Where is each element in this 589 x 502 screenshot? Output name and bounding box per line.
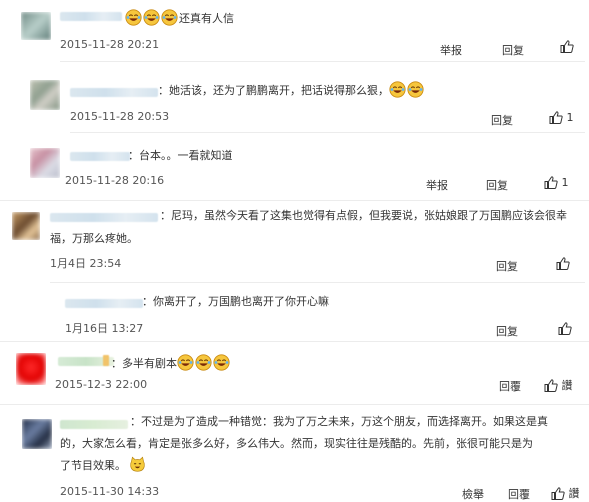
comment-6: ：多半有剧本 2015-12-3 22:00 回覆 讚 — [0, 341, 589, 405]
reply-button[interactable]: 回复 — [486, 177, 508, 193]
comment-text-line2: 福，万那么疼她。 — [50, 228, 138, 249]
emoji-icon — [407, 81, 424, 98]
like-label: 讚 — [568, 487, 580, 500]
comment-5: ：你离开了，万国鹏也离开了你开心嘛 1月16日 13:27 回复 — [0, 285, 589, 342]
thumbs-up-icon — [544, 379, 558, 392]
timestamp: 1月4日 23:54 — [50, 257, 122, 270]
timestamp: 2015-12-3 22:00 — [55, 378, 148, 391]
avatar[interactable] — [16, 353, 46, 385]
comment-text: ：尼玛，虽然今天看了这集也觉得有点假，但我要说，张姑娘跟了万国鹏应该会很幸 — [160, 205, 567, 226]
thumbs-up-icon — [551, 487, 565, 500]
comment-body: ：台本。。一看就知道 — [128, 149, 233, 162]
reply-button[interactable]: 回复 — [496, 323, 518, 339]
like-count: 1 — [561, 176, 569, 189]
thumbs-up-icon — [558, 322, 572, 335]
reply-button[interactable]: 回覆 — [499, 378, 521, 394]
emoji-icon — [143, 9, 160, 26]
badge — [103, 355, 109, 366]
timestamp: 2015-11-30 14:33 — [60, 485, 160, 498]
username[interactable] — [60, 420, 128, 429]
comment-body: ：多半有剧本 — [111, 357, 177, 370]
username[interactable] — [65, 299, 143, 308]
timestamp: 2015-11-28 20:53 — [70, 110, 170, 123]
avatar[interactable] — [30, 148, 60, 178]
emoji-icon — [213, 354, 230, 371]
comment-body: 了节目效果。 — [60, 459, 126, 472]
cat-emoji-icon — [129, 456, 146, 473]
comment-1: 还真有人信 2015-11-28 20:21 举报 回复 — [0, 0, 589, 62]
emoji-icon — [161, 9, 178, 26]
comment-text: ：她活该，还为了鹏鹏离开，把话说得那么狠， — [158, 80, 425, 101]
comment-text: ：多半有剧本 — [111, 353, 231, 374]
timestamp: 1月16日 13:27 — [65, 322, 144, 335]
avatar[interactable] — [30, 80, 60, 110]
comment-body: 还真有人信 — [179, 12, 234, 25]
username[interactable] — [60, 12, 122, 21]
timestamp: 2015-11-28 20:16 — [65, 174, 165, 187]
username[interactable] — [50, 213, 158, 222]
reply-button[interactable]: 回复 — [502, 42, 524, 58]
reply-button[interactable]: 回覆 — [508, 486, 530, 502]
report-button[interactable]: 举报 — [440, 42, 462, 58]
avatar[interactable] — [12, 212, 40, 240]
comment-body: ：不过是为了造成一种错觉：我为了万之未来，万这个朋友，而选择离开。如果这是真 — [130, 415, 548, 428]
like-button[interactable]: 1 — [544, 176, 569, 189]
comment-text: 还真有人信 — [125, 8, 234, 29]
emoji-icon — [125, 9, 142, 26]
thumbs-up-icon — [549, 111, 563, 124]
comment-text-line2: 的，大家怎么看，肯定是张多么好，多么伟大。然而，现实往往是残酷的。先前，张很可能… — [60, 433, 533, 454]
divider — [70, 132, 585, 133]
like-button[interactable] — [558, 322, 572, 335]
comment-text: ：你离开了，万国鹏也离开了你开心嘛 — [142, 291, 329, 312]
thumbs-up-icon — [544, 176, 558, 189]
comment-body: 福，万那么疼她。 — [50, 232, 138, 245]
reply-button[interactable]: 回复 — [496, 258, 518, 274]
like-button[interactable]: 讚 — [551, 485, 580, 501]
report-button[interactable]: 举报 — [426, 177, 448, 193]
thumbs-up-icon — [556, 257, 570, 270]
username[interactable] — [70, 88, 158, 97]
reply-button[interactable]: 回复 — [491, 112, 513, 128]
report-button[interactable]: 檢舉 — [462, 486, 484, 502]
comment-body: ：尼玛，虽然今天看了这集也觉得有点假，但我要说，张姑娘跟了万国鹏应该会很幸 — [160, 209, 567, 222]
like-button[interactable] — [560, 40, 574, 53]
emoji-icon — [195, 354, 212, 371]
comment-text-line3: 了节目效果。 — [60, 455, 147, 476]
comment-body: 的，大家怎么看，肯定是张多么好，多么伟大。然而，现实往往是残酷的。先前，张很可能… — [60, 437, 533, 450]
comment-body: ：她活该，还为了鹏鹏离开，把话说得那么狠， — [158, 84, 389, 97]
comment-body: ：你离开了，万国鹏也离开了你开心嘛 — [142, 295, 329, 308]
comment-text: ：台本。。一看就知道 — [128, 145, 233, 166]
avatar[interactable] — [22, 419, 52, 449]
thumbs-up-icon — [560, 40, 574, 53]
comment-2: ：她活该，还为了鹏鹏离开，把话说得那么狠， 2015-11-28 20:53 回… — [0, 62, 589, 134]
like-button[interactable]: 1 — [549, 111, 574, 124]
timestamp: 2015-11-28 20:21 — [60, 38, 160, 51]
comment-text: ：不过是为了造成一种错觉：我为了万之未来，万这个朋友，而选择离开。如果这是真 — [130, 411, 548, 432]
like-count: 1 — [566, 111, 574, 124]
comment-7: ：不过是为了造成一种错觉：我为了万之未来，万这个朋友，而选择离开。如果这是真 的… — [0, 405, 589, 502]
comment-4: ：尼玛，虽然今天看了这集也觉得有点假，但我要说，张姑娘跟了万国鹏应该会很幸 福，… — [0, 200, 589, 285]
username[interactable] — [70, 152, 130, 161]
like-button[interactable]: 讚 — [544, 377, 573, 393]
like-button[interactable] — [556, 257, 570, 270]
avatar[interactable] — [21, 12, 51, 40]
comment-3: ：台本。。一看就知道 2015-11-28 20:16 举报 回复 1 — [0, 134, 589, 201]
divider — [50, 282, 585, 283]
like-label: 讚 — [561, 379, 573, 392]
emoji-icon — [389, 81, 406, 98]
emoji-icon — [177, 354, 194, 371]
